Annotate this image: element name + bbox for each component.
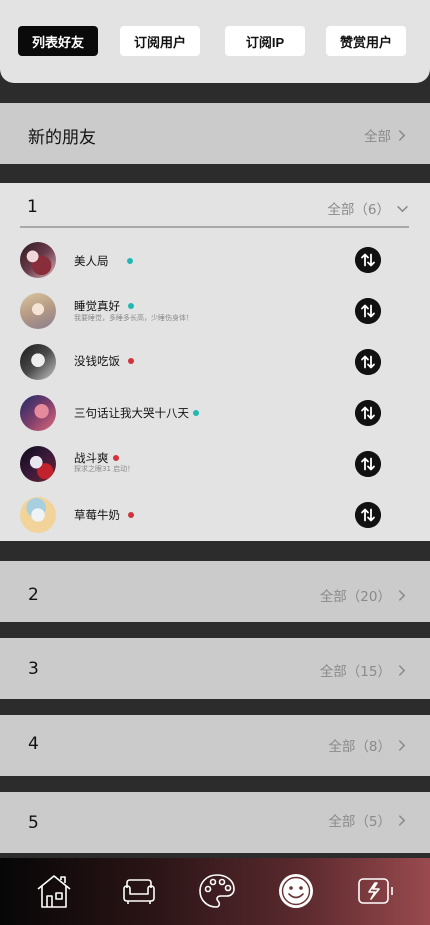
group-1-more[interactable]: 全部（6）	[327, 198, 409, 218]
friend-name-text: 美人局	[74, 254, 109, 268]
swap-icon[interactable]	[355, 451, 381, 477]
group-5-name: 5	[28, 813, 39, 833]
status-dot	[128, 512, 134, 518]
tab-subscribed-ip[interactable]: 订阅IP	[225, 26, 305, 56]
face-icon[interactable]	[276, 872, 316, 910]
palette-icon[interactable]	[197, 872, 237, 910]
group-4-more[interactable]: 全部（8）	[328, 735, 408, 755]
friend-signature: 我要睡觉，多睡多长高，少睡伤身体！	[74, 314, 193, 322]
group-5-more-label: 全部（5）	[328, 814, 391, 830]
group-4-name: 4	[28, 734, 39, 754]
group-3-more[interactable]: 全部（15）	[320, 660, 408, 680]
status-dot	[126, 258, 133, 264]
new-friends-more-label: 全部	[364, 129, 391, 145]
list-item[interactable]: 战斗爽 探求之眼31 启动！	[0, 444, 430, 486]
friend-group-2[interactable]: 2 全部（20）	[0, 561, 430, 622]
friend-name: 三句话让我大哭十八天	[74, 405, 199, 421]
status-dot	[112, 455, 119, 461]
avatar	[20, 395, 56, 431]
group-4-more-label: 全部（8）	[328, 739, 391, 755]
list-item[interactable]: 睡觉真好 我要睡觉，多睡多长高，少睡伤身体！	[0, 291, 430, 333]
status-dot	[193, 410, 199, 416]
status-dot	[128, 358, 134, 364]
group-1-more-label: 全部（6）	[327, 202, 390, 218]
chevron-down-icon	[397, 205, 408, 212]
avatar	[20, 344, 56, 380]
new-friends-row[interactable]: 新的朋友 全部	[0, 103, 430, 164]
bottom-nav	[0, 858, 430, 925]
group-5-more[interactable]: 全部（5）	[328, 810, 408, 830]
chevron-right-icon	[398, 129, 406, 141]
group-2-more-label: 全部（20）	[319, 589, 391, 605]
friend-name-text: 草莓牛奶	[74, 508, 120, 522]
list-item[interactable]: 美人局	[0, 240, 430, 282]
swap-icon[interactable]	[355, 247, 381, 273]
sofa-icon[interactable]	[119, 872, 159, 910]
friend-name-text: 睡觉真好	[74, 299, 120, 313]
avatar	[20, 497, 56, 533]
tab-panel: 列表好友 订阅用户 订阅IP 赞赏用户	[0, 0, 430, 83]
swap-icon[interactable]	[355, 298, 381, 324]
chevron-right-icon	[398, 589, 406, 601]
friend-group-3[interactable]: 3 全部（15）	[0, 638, 430, 699]
battery-icon[interactable]	[356, 872, 396, 910]
swap-icon[interactable]	[355, 400, 381, 426]
group-1-header[interactable]: 1 全部（6）	[20, 183, 409, 228]
status-dot	[128, 303, 134, 309]
friend-name-text: 没钱吃饭	[74, 354, 120, 368]
new-friends-more[interactable]: 全部	[364, 125, 408, 145]
friend-name: 美人局	[74, 253, 133, 269]
friend-name: 睡觉真好	[74, 298, 134, 314]
friend-name: 草莓牛奶	[74, 507, 134, 523]
group-1-name: 1	[27, 197, 38, 217]
friend-name-text: 三句话让我大哭十八天	[74, 406, 189, 420]
group-2-more[interactable]: 全部（20）	[320, 585, 408, 605]
chevron-right-icon	[398, 739, 406, 751]
chevron-right-icon	[398, 814, 406, 826]
friend-signature: 探求之眼31 启动！	[74, 465, 135, 473]
list-item[interactable]: 草莓牛奶	[0, 495, 430, 537]
group-3-name: 3	[28, 659, 39, 679]
friend-group-1: 1 全部（6） 美人局 睡觉真好 我要睡觉，多睡多长高，少睡伤身体！ 没钱吃饭	[0, 183, 430, 541]
tab-donor-users[interactable]: 赞赏用户	[326, 26, 406, 56]
friend-group-5[interactable]: 5 全部（5）	[0, 792, 430, 853]
tab-subscribed-users[interactable]: 订阅用户	[120, 26, 200, 56]
friend-group-4[interactable]: 4 全部（8）	[0, 715, 430, 776]
avatar	[20, 446, 56, 482]
avatar	[20, 242, 56, 278]
group-2-name: 2	[28, 585, 39, 605]
avatar	[20, 293, 56, 329]
new-friends-title: 新的朋友	[28, 128, 96, 148]
group-3-more-label: 全部（15）	[319, 664, 391, 680]
list-item[interactable]: 没钱吃饭	[0, 342, 430, 384]
friend-name: 没钱吃饭	[74, 353, 134, 369]
swap-icon[interactable]	[355, 502, 381, 528]
tab-friend-list[interactable]: 列表好友	[18, 26, 98, 56]
swap-icon[interactable]	[355, 349, 381, 375]
chevron-right-icon	[398, 664, 406, 676]
list-item[interactable]: 三句话让我大哭十八天	[0, 393, 430, 435]
home-icon[interactable]	[34, 872, 74, 910]
